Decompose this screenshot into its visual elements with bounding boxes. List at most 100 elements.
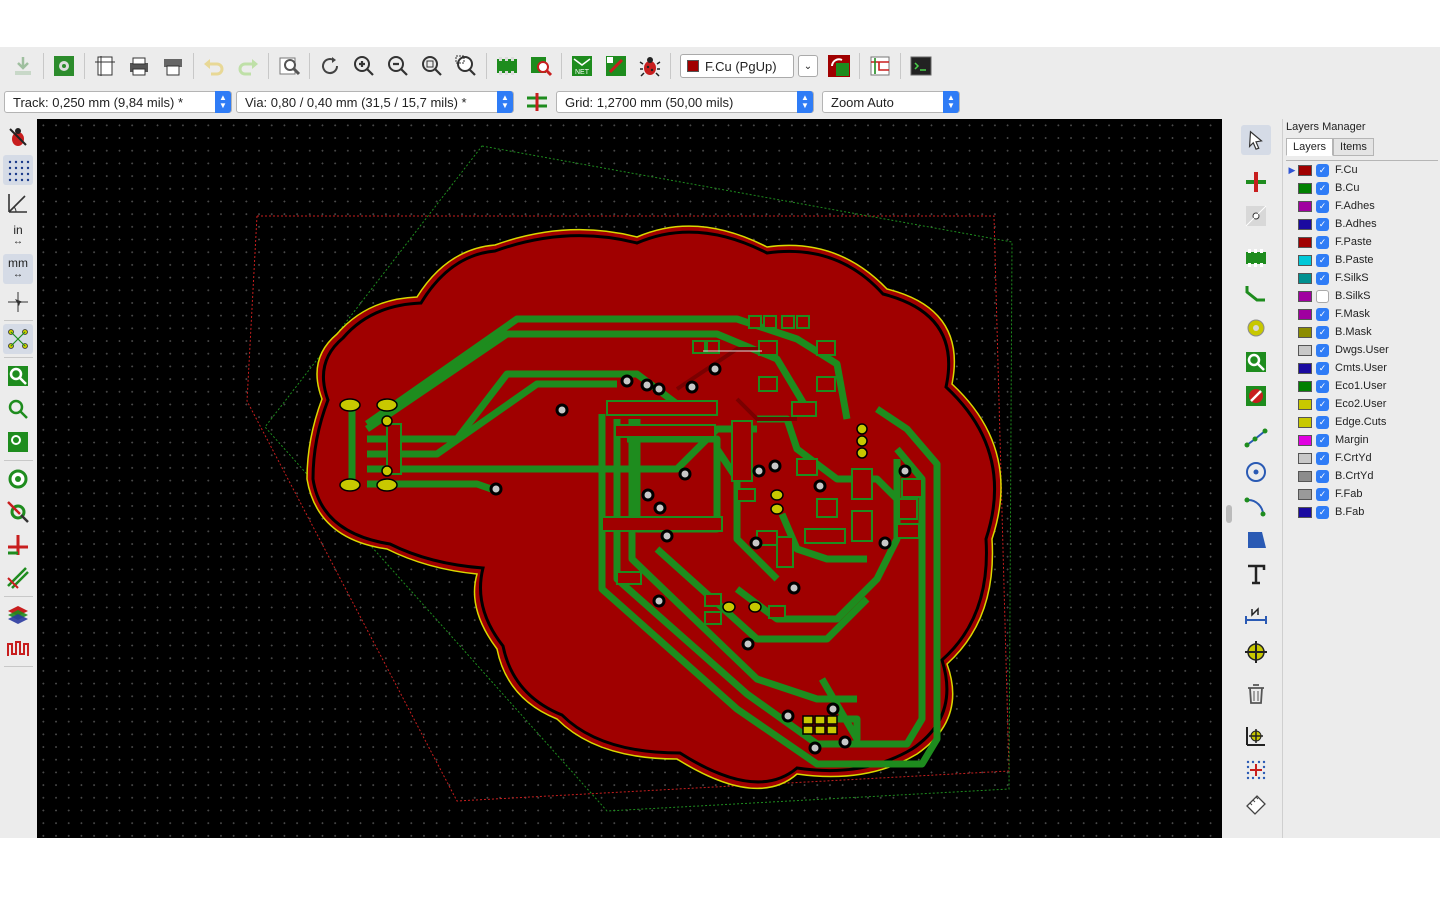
select-icon[interactable] xyxy=(1241,125,1271,155)
layer-visibility-checkbox[interactable]: ✓ xyxy=(1316,307,1329,321)
zoom-out-icon[interactable] xyxy=(383,51,413,81)
layer-row[interactable]: ✓ F.SilkS xyxy=(1286,269,1438,287)
layer-row[interactable]: ✓ Cmts.User xyxy=(1286,359,1438,377)
polar-coords-icon[interactable] xyxy=(3,188,33,218)
page-settings-icon[interactable] xyxy=(90,51,120,81)
layer-visibility-checkbox[interactable]: ✓ xyxy=(1316,379,1329,393)
add-text-icon[interactable] xyxy=(1241,559,1271,589)
layer-visibility-checkbox[interactable]: ✓ xyxy=(1316,361,1329,375)
layer-visibility-checkbox[interactable]: ✓ xyxy=(1316,199,1329,213)
grid-size-select[interactable]: Grid: 1,2700 mm (50,00 mils) ▲ ▼ xyxy=(556,91,814,113)
layer-visibility-checkbox[interactable]: ✓ xyxy=(1316,325,1329,339)
layer-row[interactable]: ✓ F.Paste xyxy=(1286,233,1438,251)
layer-row[interactable]: ✓ B.Cu xyxy=(1286,179,1438,197)
via-sketch-icon[interactable] xyxy=(3,497,33,527)
ratsnest-icon[interactable] xyxy=(3,324,33,354)
add-via-icon[interactable] xyxy=(1241,313,1271,343)
layer-color-swatch[interactable] xyxy=(1298,326,1312,338)
layer-visibility-checkbox[interactable]: ✓ xyxy=(1316,487,1329,501)
netlist-icon[interactable]: NET xyxy=(567,51,597,81)
layer-row[interactable]: ✓ B.Paste xyxy=(1286,251,1438,269)
layer-color-swatch[interactable] xyxy=(1298,506,1312,518)
layer-color-swatch[interactable] xyxy=(1298,254,1312,266)
measure-icon[interactable] xyxy=(1241,789,1271,819)
microwave-icon[interactable] xyxy=(3,633,33,663)
add-keepout-icon[interactable] xyxy=(1241,381,1271,411)
active-layer-select[interactable]: F.Cu (PgUp) xyxy=(680,54,794,78)
layer-visibility-checkbox[interactable]: ✓ xyxy=(1316,397,1329,411)
zone-outline-icon[interactable] xyxy=(3,394,33,424)
layer-visibility-checkbox[interactable]: ✓ xyxy=(1316,163,1329,177)
update-pcb-icon[interactable] xyxy=(601,51,631,81)
inch-units-icon[interactable]: in ↔ xyxy=(3,221,33,251)
add-zone-icon[interactable] xyxy=(1241,347,1271,377)
footprint-editor-icon[interactable] xyxy=(492,51,522,81)
layer-color-swatch[interactable] xyxy=(1298,488,1312,500)
tab-layers[interactable]: Layers xyxy=(1286,138,1334,156)
layer-row[interactable]: ✓ B.Mask xyxy=(1286,323,1438,341)
layer-dropdown-button[interactable]: ⌄ xyxy=(798,55,818,77)
layer-row[interactable]: ✓ B.Adhes xyxy=(1286,215,1438,233)
layer-visibility-checkbox[interactable] xyxy=(1316,289,1329,303)
layer-visibility-checkbox[interactable]: ✓ xyxy=(1316,217,1329,231)
add-arc-icon[interactable] xyxy=(1241,491,1271,521)
mm-units-icon[interactable]: mm ↔ xyxy=(3,254,33,284)
layer-row[interactable]: ✓ Dwgs.User xyxy=(1286,341,1438,359)
layer-color-swatch[interactable] xyxy=(1298,380,1312,392)
undo-icon[interactable] xyxy=(199,51,229,81)
pad-sketch-icon[interactable] xyxy=(3,464,33,494)
route-track-icon[interactable] xyxy=(1241,279,1271,309)
zoom-in-icon[interactable] xyxy=(349,51,379,81)
layer-row[interactable]: ▶ ✓ F.Cu xyxy=(1286,161,1438,179)
layer-visibility-checkbox[interactable]: ✓ xyxy=(1316,469,1329,483)
add-footprint-icon[interactable] xyxy=(1241,243,1271,273)
layer-row[interactable]: ✓ Eco2.User xyxy=(1286,395,1438,413)
layer-color-swatch[interactable] xyxy=(1298,272,1312,284)
layer-row[interactable]: ✓ Eco1.User xyxy=(1286,377,1438,395)
add-polygon-icon[interactable] xyxy=(1241,525,1271,555)
add-target-icon[interactable] xyxy=(1241,637,1271,667)
sash-handle[interactable] xyxy=(1226,505,1232,523)
save-board-icon[interactable] xyxy=(8,51,38,81)
print-icon[interactable] xyxy=(124,51,154,81)
layer-color-swatch[interactable] xyxy=(1298,470,1312,482)
layer-color-swatch[interactable] xyxy=(1298,362,1312,374)
zone-sketch-icon[interactable] xyxy=(3,427,33,457)
layer-color-swatch[interactable] xyxy=(1298,344,1312,356)
layer-row[interactable]: B.SilkS xyxy=(1286,287,1438,305)
grid-origin-icon[interactable] xyxy=(1241,755,1271,785)
add-dimension-icon[interactable] xyxy=(1241,603,1271,633)
high-contrast-icon[interactable] xyxy=(3,600,33,630)
redo-icon[interactable] xyxy=(233,51,263,81)
grid-toggle-icon[interactable] xyxy=(3,155,33,185)
layer-row[interactable]: ✓ B.Fab xyxy=(1286,503,1438,521)
layer-pair-icon[interactable] xyxy=(824,51,854,81)
layer-color-swatch[interactable] xyxy=(1298,290,1312,302)
layer-color-swatch[interactable] xyxy=(1298,164,1312,176)
layer-row[interactable]: ✓ F.Adhes xyxy=(1286,197,1438,215)
track-clearance-icon[interactable] xyxy=(3,563,33,593)
zoom-fit-icon[interactable] xyxy=(417,51,447,81)
find-icon[interactable] xyxy=(274,51,304,81)
via-size-select[interactable]: Via: 0,80 / 0,40 mm (31,5 / 15,7 mils) *… xyxy=(236,91,514,113)
track-sketch-icon[interactable] xyxy=(3,530,33,560)
add-line-icon[interactable] xyxy=(1241,423,1271,453)
drc-off-icon[interactable] xyxy=(3,122,33,152)
set-origin-icon[interactable] xyxy=(1241,721,1271,751)
cursor-shape-icon[interactable] xyxy=(3,287,33,317)
delete-icon[interactable] xyxy=(1241,679,1271,709)
layer-color-swatch[interactable] xyxy=(1298,200,1312,212)
layer-visibility-checkbox[interactable]: ✓ xyxy=(1316,505,1329,519)
layer-visibility-checkbox[interactable]: ✓ xyxy=(1316,181,1329,195)
layer-visibility-checkbox[interactable]: ✓ xyxy=(1316,433,1329,447)
highlight-net-icon[interactable] xyxy=(1241,167,1271,197)
layer-color-swatch[interactable] xyxy=(1298,308,1312,320)
layer-row[interactable]: ✓ F.Mask xyxy=(1286,305,1438,323)
layer-visibility-checkbox[interactable]: ✓ xyxy=(1316,451,1329,465)
tab-items[interactable]: Items xyxy=(1333,138,1374,156)
layer-color-swatch[interactable] xyxy=(1298,182,1312,194)
drc-icon[interactable] xyxy=(635,51,665,81)
layer-visibility-checkbox[interactable]: ✓ xyxy=(1316,235,1329,249)
layer-visibility-checkbox[interactable]: ✓ xyxy=(1316,415,1329,429)
filled-zone-icon[interactable] xyxy=(3,361,33,391)
